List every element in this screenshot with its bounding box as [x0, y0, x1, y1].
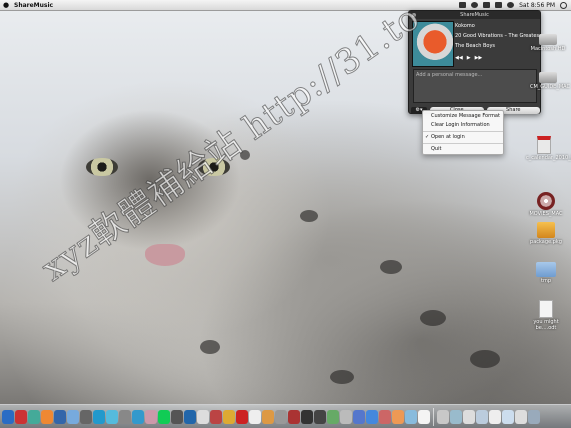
trash-icon[interactable]	[528, 409, 540, 424]
bluetooth-icon[interactable]	[507, 2, 515, 8]
app-icon[interactable]	[28, 409, 40, 424]
play-pause-icon[interactable]: ▶	[467, 55, 471, 61]
panel-title: ShareMusic	[409, 11, 540, 19]
app-icon[interactable]	[249, 409, 261, 424]
dock-separator	[433, 407, 434, 426]
airport-icon[interactable]	[471, 2, 479, 8]
folder-icon[interactable]	[502, 409, 514, 424]
finder-icon[interactable]	[2, 409, 14, 424]
app-icon[interactable]	[314, 409, 326, 424]
apple-menu-icon[interactable]: ●	[0, 1, 12, 9]
menu-separator	[423, 143, 503, 144]
app-icon[interactable]	[132, 409, 144, 424]
desktop-icon-package[interactable]: package.pkg	[528, 222, 564, 245]
app-icon[interactable]	[210, 409, 222, 424]
app-icon[interactable]	[54, 409, 66, 424]
app-menu-sharemusic[interactable]: ShareMusic	[14, 2, 53, 9]
document-icon	[539, 300, 553, 318]
menu-item-open-at-login[interactable]: ✓ Open at login	[423, 133, 503, 142]
app-icon[interactable]	[353, 409, 365, 424]
app-icon[interactable]	[41, 409, 53, 424]
app-icon[interactable]	[80, 409, 92, 424]
app-icon[interactable]	[340, 409, 352, 424]
desktop-icon-calendar-pdf[interactable]: c_calendar_2010_2011.pdf	[526, 136, 571, 161]
app-icon[interactable]	[119, 409, 131, 424]
gear-dropdown-menu: Customize Message Format Clear Login Inf…	[422, 110, 504, 155]
track-album: 20 Good Vibrations – The Greatest H	[455, 33, 539, 39]
app-icon[interactable]	[366, 409, 378, 424]
app-icon[interactable]	[327, 409, 339, 424]
app-icon[interactable]	[223, 409, 235, 424]
terminal-icon[interactable]	[301, 409, 313, 424]
dvd-icon	[537, 192, 555, 210]
skype-icon[interactable]	[106, 409, 118, 424]
sharemusic-panel: ShareMusic Kokomo 20 Good Vibrations – T…	[408, 10, 541, 114]
next-icon[interactable]: ▶▶	[475, 55, 483, 61]
app-icon[interactable]	[197, 409, 209, 424]
menu-item-customize-message-format[interactable]: Customize Message Format	[423, 112, 503, 121]
personal-message-input[interactable]: Add a personal message...	[413, 69, 537, 103]
app-icon[interactable]	[236, 409, 248, 424]
app-icon[interactable]	[437, 409, 449, 424]
app-icon[interactable]	[171, 409, 183, 424]
folder-icon[interactable]	[476, 409, 488, 424]
app-icon[interactable]	[158, 409, 170, 424]
app-icon[interactable]	[418, 409, 430, 424]
folder-icon	[536, 262, 556, 277]
app-icon[interactable]	[288, 409, 300, 424]
menu-item-clear-login-information[interactable]: Clear Login Information	[423, 121, 503, 130]
sharemusic-menu-icon[interactable]	[459, 2, 467, 8]
safari-icon[interactable]	[67, 409, 79, 424]
track-title: Kokomo	[455, 23, 475, 29]
volume-icon[interactable]	[483, 2, 491, 8]
app-icon[interactable]	[145, 409, 157, 424]
package-icon	[537, 222, 555, 238]
drive-icon	[539, 72, 557, 83]
battery-icon[interactable]	[495, 2, 503, 8]
app-icon[interactable]	[275, 409, 287, 424]
desktop-icon-document[interactable]: you might be....odt	[528, 300, 564, 331]
menu-separator	[423, 131, 503, 132]
menu-extras: Sat 8:56 PM	[459, 1, 571, 9]
transport-controls: ◀◀ ▶ ▶▶	[455, 55, 482, 61]
pdf-file-icon	[537, 136, 551, 154]
desktop-icon-tmp[interactable]: tmp	[528, 262, 564, 284]
checkmark-icon: ✓	[425, 134, 430, 140]
document-icon[interactable]	[515, 409, 527, 424]
spotlight-search-icon[interactable]	[560, 1, 567, 9]
document-icon[interactable]	[489, 409, 501, 424]
document-icon[interactable]	[463, 409, 475, 424]
menubar-clock[interactable]: Sat 8:56 PM	[519, 2, 555, 9]
app-icon[interactable]	[392, 409, 404, 424]
desktop-icon-cm-guide-mac[interactable]: CM_GUIDE_MAC	[530, 72, 570, 90]
app-icon[interactable]	[405, 409, 417, 424]
track-info: Kokomo 20 Good Vibrations – The Greatest…	[455, 21, 539, 51]
app-icon[interactable]	[93, 409, 105, 424]
app-icon[interactable]	[15, 409, 27, 424]
app-icon[interactable]	[262, 409, 274, 424]
desktop-icon-macintosh-hd[interactable]: Macintosh HD	[530, 34, 566, 52]
hard-drive-icon	[539, 34, 557, 45]
app-icon[interactable]	[184, 409, 196, 424]
desktop-icon-movies-mac[interactable]: MOVIES_MAC	[528, 192, 564, 217]
previous-icon[interactable]: ◀◀	[455, 55, 463, 61]
menu-item-quit[interactable]: Quit	[423, 145, 503, 154]
dock	[0, 404, 571, 428]
track-artist: The Beach Boys	[455, 43, 496, 49]
app-icon[interactable]	[379, 409, 391, 424]
folder-icon[interactable]	[450, 409, 462, 424]
